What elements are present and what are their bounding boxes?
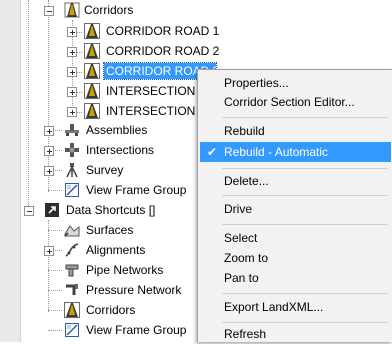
view-frame-group-icon: [65, 183, 79, 197]
collapse-toggle-data-shortcuts[interactable]: [24, 206, 34, 216]
menu-separator: [222, 195, 388, 196]
corridor-icon: [84, 63, 100, 79]
menu-item-label: Export LandXML...: [224, 300, 324, 314]
tree-item-data-shortcuts[interactable]: Data Shortcuts []: [64, 202, 157, 218]
tree-connector: [48, 270, 62, 271]
menu-item-label: Properties...: [224, 76, 289, 90]
survey-icon: [66, 163, 78, 178]
pressure-network-shortcut-icon: [66, 284, 78, 295]
menu-item-rebuild[interactable]: Rebuild: [200, 121, 391, 141]
menu-separator: [222, 168, 388, 169]
menu-item-label: Refresh: [224, 327, 267, 341]
menu-item-pan-to[interactable]: Pan to: [200, 268, 391, 288]
pipe-network-shortcut-icon: [65, 264, 79, 277]
menu-item-delete[interactable]: Delete...: [200, 171, 391, 191]
expand-toggle-corridor-road-3[interactable]: [67, 67, 77, 77]
expand-toggle-assemblies[interactable]: [44, 126, 54, 136]
alignment-shortcut-icon: [65, 243, 79, 257]
intersection-icon: [65, 143, 79, 157]
menu-item-corridor-section-editor[interactable]: Corridor Section Editor...: [200, 92, 391, 112]
data-shortcuts-icon: [45, 203, 59, 217]
tree-connector: [48, 220, 49, 312]
tree-item-ds-alignments[interactable]: Alignments: [84, 242, 147, 258]
tree-item-survey[interactable]: Survey: [84, 162, 125, 178]
menu-item-rebuild-automatic[interactable]: ✔ Rebuild - Automatic: [200, 142, 391, 162]
tree-connector: [48, 12, 49, 192]
menu-item-label: Corridor Section Editor...: [224, 95, 355, 109]
tree-connector: [48, 190, 62, 191]
expand-toggle-corridor-road-2[interactable]: [67, 47, 77, 57]
menu-item-select[interactable]: Select: [200, 228, 391, 248]
tree-connector: [28, 0, 29, 212]
panel-left-strip: [0, 0, 21, 342]
corridor-collection-icon: [64, 2, 80, 18]
tree-connector: [48, 230, 62, 231]
tree-item-corridors[interactable]: Corridors: [82, 2, 135, 18]
tree-item-corridor-road-2[interactable]: CORRIDOR ROAD 2: [104, 43, 221, 59]
menu-item-drive[interactable]: Drive: [200, 199, 391, 219]
tree-item-view-frame-groups[interactable]: View Frame Group: [84, 182, 201, 198]
assembly-icon: [65, 124, 79, 136]
tree-item-ds-view-frame-groups[interactable]: View Frame Group: [84, 322, 201, 338]
expand-toggle-ds-alignments[interactable]: [44, 246, 54, 256]
menu-item-export-landxml[interactable]: Export LandXML...: [200, 297, 391, 317]
menu-item-label: Rebuild - Automatic: [224, 145, 329, 159]
tree-item-ds-corridors[interactable]: Corridors: [84, 302, 137, 318]
menu-item-label: Zoom to: [224, 251, 269, 265]
tree-connector: [48, 290, 62, 291]
corridor-icon: [84, 83, 100, 99]
corridor-icon: [84, 103, 100, 119]
expand-toggle-intersection-1[interactable]: [67, 87, 77, 97]
tree-item-ds-pressure-networks[interactable]: Pressure Network: [84, 282, 201, 298]
tree-item-intersection-2[interactable]: INTERSECTION: [104, 103, 200, 119]
menu-separator: [222, 322, 388, 323]
menu-separator: [222, 293, 388, 294]
checkmark-icon: ✔: [207, 145, 218, 159]
menu-item-properties[interactable]: Properties...: [200, 73, 391, 93]
menu-item-refresh[interactable]: Refresh: [200, 324, 391, 344]
menu-item-label: Delete...: [224, 174, 269, 188]
expand-toggle-intersection-2[interactable]: [67, 107, 77, 117]
tree-item-ds-pipe-networks[interactable]: Pipe Networks: [84, 262, 165, 278]
expand-toggle-survey[interactable]: [44, 166, 54, 176]
tree-item-intersections[interactable]: Intersections: [84, 142, 156, 158]
menu-separator: [222, 117, 388, 118]
tree-connector: [48, 330, 62, 331]
corridor-shortcut-icon: [64, 302, 80, 318]
menu-separator: [222, 224, 388, 225]
collapse-toggle-corridors[interactable]: [44, 6, 54, 16]
view-frame-group-shortcut-icon: [65, 323, 79, 337]
tree-item-ds-surfaces[interactable]: Surfaces: [84, 222, 135, 238]
surface-shortcut-icon: [64, 225, 80, 237]
tree-item-intersection-1[interactable]: INTERSECTION: [104, 83, 200, 99]
tree-connector: [48, 310, 62, 311]
expand-toggle-intersections[interactable]: [44, 146, 54, 156]
tree-item-assemblies[interactable]: Assemblies: [84, 122, 149, 138]
menu-item-zoom-to[interactable]: Zoom to: [200, 248, 391, 268]
menu-item-label: Rebuild: [224, 124, 265, 138]
tree-item-corridor-road-1[interactable]: CORRIDOR ROAD 1: [104, 23, 221, 39]
menu-item-label: Select: [224, 231, 258, 245]
corridor-icon: [84, 23, 100, 39]
corridor-icon: [84, 43, 100, 59]
menu-item-label: Drive: [224, 202, 253, 216]
context-menu: Properties... Corridor Section Editor...…: [197, 69, 392, 342]
menu-item-label: Pan to: [224, 271, 259, 285]
expand-toggle-corridor-road-1[interactable]: [67, 27, 77, 37]
